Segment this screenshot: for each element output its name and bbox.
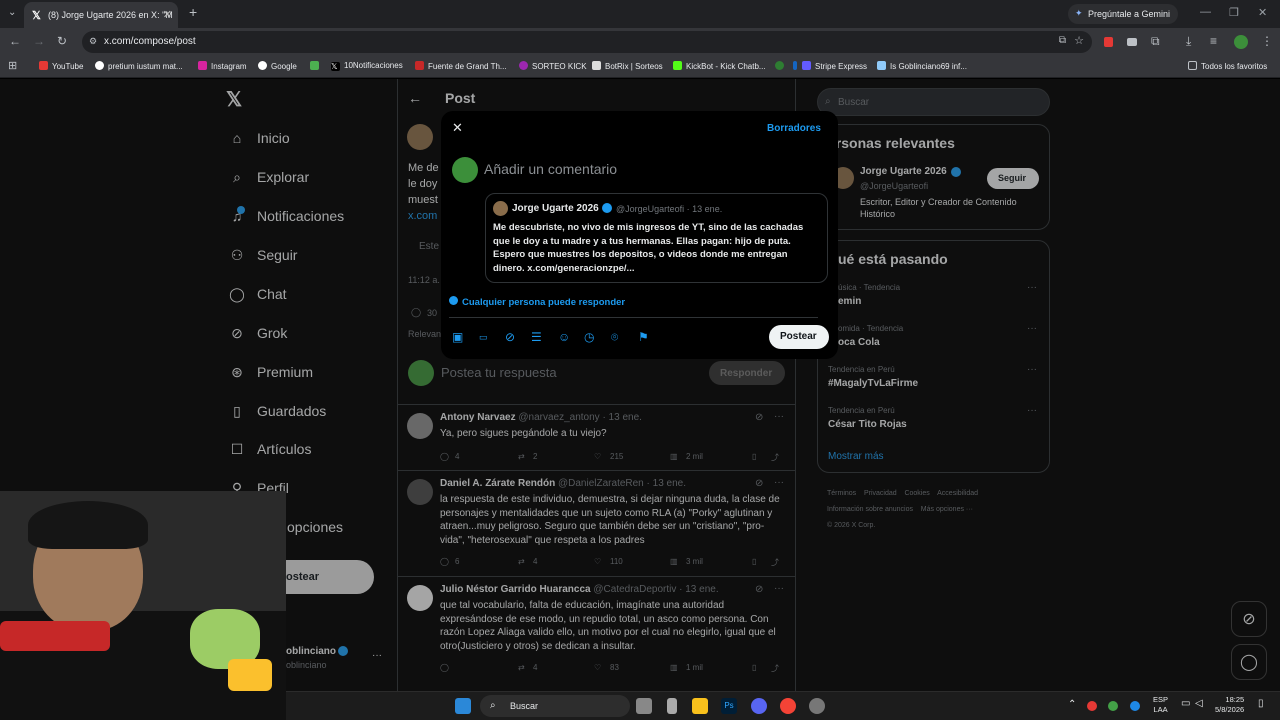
browser-tab[interactable]: 𝕏 (8) Jorge Ugarte 2026 en X: "M ✕ xyxy=(24,2,178,28)
bookmark-kickbot[interactable]: KickBot - Kick Chatb... xyxy=(673,61,766,71)
star-icon[interactable]: ☆ xyxy=(1074,34,1084,47)
tab-title: (8) Jorge Ugarte 2026 en X: "M xyxy=(48,10,173,20)
clock[interactable]: 18:25 5/8/2026 xyxy=(1215,695,1244,715)
url-input[interactable]: ⚙ x.com/compose/post ⧉ ☆ xyxy=(82,31,1092,53)
emoji-icon[interactable]: ☺ xyxy=(558,330,570,344)
restore-icon[interactable]: ❐ xyxy=(1229,6,1239,19)
bookmarks-bar: ⊞ YouTube pretium iustum mat... Instagra… xyxy=(0,56,1280,78)
chrome-icon[interactable] xyxy=(780,698,796,714)
file-explorer-icon[interactable] xyxy=(692,698,708,714)
url-text: x.com/compose/post xyxy=(104,36,196,47)
extension-box-icon[interactable] xyxy=(1127,38,1137,46)
comment-input[interactable]: Añadir un comentario xyxy=(484,161,617,177)
new-tab-icon[interactable]: + xyxy=(189,4,197,20)
minimize-icon[interactable]: — xyxy=(1200,6,1211,18)
x-favicon-icon: 𝕏 xyxy=(32,10,41,22)
location-icon[interactable]: ⌾ xyxy=(611,330,618,345)
network-icon[interactable]: ▭ xyxy=(1181,698,1190,709)
microphone xyxy=(0,621,110,651)
photoshop-icon[interactable]: Ps xyxy=(721,698,737,714)
quoted-post[interactable]: Jorge Ugarte 2026 @JorgeUgarteofi · 13 e… xyxy=(485,193,828,283)
lang-indicator[interactable]: ESP LAA xyxy=(1153,695,1168,715)
gemini-label: Pregúntale a Gemini xyxy=(1088,9,1171,19)
extensions-icon[interactable]: ⧉ xyxy=(1151,34,1160,49)
quoted-author: Jorge Ugarte 2026 xyxy=(512,203,599,214)
discord-icon[interactable] xyxy=(751,698,767,714)
tray-icon[interactable] xyxy=(1087,701,1097,711)
extension-red-icon[interactable] xyxy=(1104,37,1113,47)
close-tab-icon[interactable]: ✕ xyxy=(163,8,172,21)
search-icon: ⌕ xyxy=(490,700,496,711)
reload-icon[interactable]: ↻ xyxy=(57,34,67,48)
apps-icon[interactable]: ⊞ xyxy=(8,59,17,72)
bookmark-10notificaciones[interactable]: 𝕏 10Notificaciones xyxy=(331,61,403,71)
bookmark-sorteo-kick[interactable]: SORTEO KICK xyxy=(519,61,587,71)
schedule-icon[interactable]: ◷ xyxy=(584,330,594,344)
task-view-icon[interactable] xyxy=(636,698,652,714)
taskbar-search[interactable]: ⌕ Buscar xyxy=(480,695,630,717)
compose-modal: ✕ Borradores Añadir un comentario Jorge … xyxy=(441,111,838,359)
forward-icon[interactable]: → xyxy=(33,34,45,48)
drafts-button[interactable]: Borradores xyxy=(767,123,821,134)
bookmark-grand-theft[interactable]: Fuente de Grand Th... xyxy=(415,61,507,71)
gemini-icon: ✦ xyxy=(1075,8,1083,18)
close-icon[interactable]: ✕ xyxy=(452,120,463,136)
browser-tab-bar: ⌄ 𝕏 (8) Jorge Ugarte 2026 en X: "M ✕ + ✦… xyxy=(0,0,1280,28)
webcam-overlay xyxy=(0,491,286,720)
bookmark-instagram[interactable]: Instagram xyxy=(198,61,247,71)
profile-avatar-icon[interactable] xyxy=(1234,35,1248,49)
close-window-icon[interactable]: ✕ xyxy=(1258,6,1267,19)
windows-taskbar: ⌕ Buscar Ps ⌃ ESP LAA ▭ ◁ 18:25 5/8/2026 ▯ xyxy=(286,691,1280,720)
volume-icon[interactable]: ◁ xyxy=(1195,698,1203,709)
globe-icon xyxy=(449,296,458,305)
tab-list-icon[interactable]: ⌄ xyxy=(8,7,16,18)
bookmark-blank[interactable] xyxy=(793,61,801,71)
app-icon[interactable] xyxy=(667,698,677,714)
bookmark-youtube[interactable]: YouTube xyxy=(39,61,83,71)
media-icon[interactable]: ▣ xyxy=(452,330,463,344)
verified-icon xyxy=(602,203,612,213)
bookmark-all-favorites[interactable]: Todos los favoritos xyxy=(1188,61,1267,71)
address-bar: ← → ↻ ⚙ x.com/compose/post ⧉ ☆ ⧉ ⤓ ≡ ⋮ xyxy=(0,28,1280,56)
bookmark-google[interactable]: Google xyxy=(258,61,297,71)
composer-avatar xyxy=(452,157,478,183)
grok-icon[interactable]: ⊘ xyxy=(505,330,515,344)
yellow-box xyxy=(228,659,272,691)
bookmark-stripe[interactable]: Stripe Express xyxy=(802,61,867,71)
bookmark-pinwheel[interactable] xyxy=(310,61,323,71)
notifications-icon[interactable]: ▯ xyxy=(1258,698,1264,709)
post-button[interactable]: Postear xyxy=(769,325,829,349)
quoted-text: Me descubriste, no vivo de mis ingresos … xyxy=(493,222,804,274)
menu-icon[interactable]: ⋮ xyxy=(1261,34,1273,48)
bookmark-pretium[interactable]: pretium iustum mat... xyxy=(95,61,183,71)
install-icon[interactable]: ⧉ xyxy=(1059,35,1066,46)
bookmark-goblinciano[interactable]: Is Goblinciano69 inf... xyxy=(877,61,967,71)
gemini-button[interactable]: ✦ Pregúntale a Gemini xyxy=(1068,4,1178,24)
site-info-icon[interactable]: ⚙ xyxy=(89,36,97,47)
flag-icon[interactable]: ⚑ xyxy=(638,330,649,344)
streamer-hair xyxy=(28,501,148,549)
poll-icon[interactable]: ☰ xyxy=(531,330,542,344)
reply-setting-button[interactable]: Cualquier persona puede responder xyxy=(449,296,625,308)
bookmark-botrix[interactable]: BotRix | Sorteos xyxy=(592,61,663,71)
reading-list-icon[interactable]: ≡ xyxy=(1210,34,1217,48)
back-icon[interactable]: ← xyxy=(9,34,21,48)
gif-icon[interactable]: ▭ xyxy=(479,332,488,343)
modal-divider xyxy=(449,317,818,318)
tray-icon[interactable] xyxy=(1108,701,1118,711)
chevron-up-icon[interactable]: ⌃ xyxy=(1068,699,1076,710)
avatar xyxy=(493,201,508,216)
download-icon[interactable]: ⤓ xyxy=(1186,34,1191,49)
tray-icon[interactable] xyxy=(1130,701,1140,711)
bookmark-green-badge[interactable] xyxy=(775,61,788,71)
windows-start-icon[interactable] xyxy=(455,698,471,714)
app-badge-icon[interactable] xyxy=(809,698,825,714)
quoted-handle: @JorgeUgarteofi · 13 ene. xyxy=(616,204,723,214)
